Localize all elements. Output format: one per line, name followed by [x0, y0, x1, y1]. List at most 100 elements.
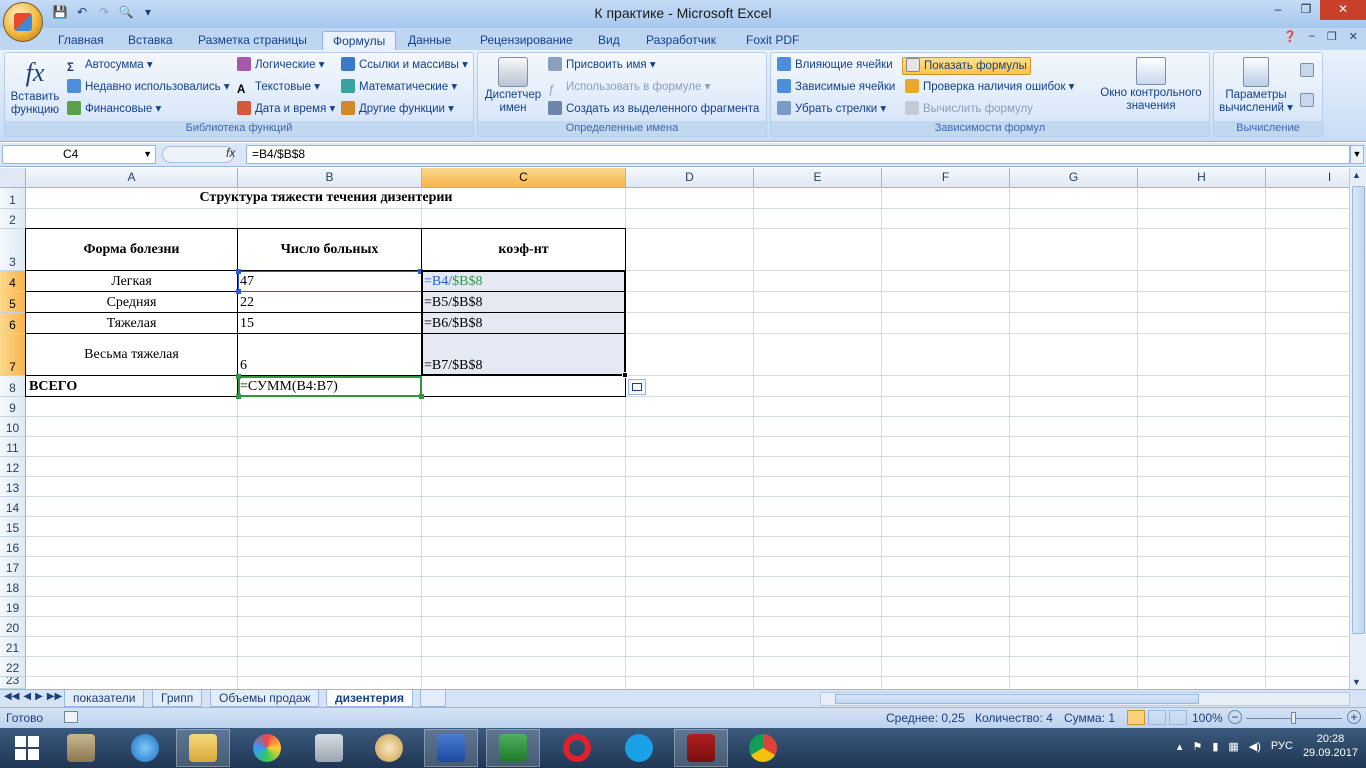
- create-from-selection-button[interactable]: Создать из выделенного фрагмента: [548, 101, 759, 117]
- row-header[interactable]: 15: [0, 517, 26, 537]
- show-hidden-icons-icon[interactable]: ▴: [1177, 740, 1183, 753]
- scroll-down-icon[interactable]: ▼: [1352, 677, 1361, 687]
- column-header-g[interactable]: G: [1010, 168, 1138, 188]
- header-count[interactable]: Число больных: [238, 242, 421, 258]
- vertical-scrollbar[interactable]: ▲ ▼: [1349, 168, 1366, 689]
- taskbar-app[interactable]: [550, 729, 604, 767]
- define-name-button[interactable]: Присвоить имя ▾: [548, 57, 656, 73]
- taskbar-app[interactable]: [424, 729, 478, 767]
- tab-page-layout[interactable]: Разметка страницы: [188, 31, 317, 50]
- zoom-in-icon[interactable]: +: [1347, 710, 1361, 724]
- column-header-e[interactable]: E: [754, 168, 882, 188]
- datetime-button[interactable]: Дата и время ▾: [237, 101, 335, 117]
- minimize-button[interactable]: –: [1264, 0, 1292, 20]
- row-header[interactable]: 12: [0, 457, 26, 477]
- taskbar-app[interactable]: [612, 729, 666, 767]
- paste-options-icon[interactable]: [628, 379, 646, 395]
- lookup-button[interactable]: Ссылки и массивы ▾: [341, 57, 468, 73]
- start-button[interactable]: [0, 729, 54, 767]
- text-button[interactable]: A Текстовые ▾: [237, 79, 320, 96]
- cell-b4[interactable]: 47: [240, 274, 254, 290]
- column-header-f[interactable]: F: [882, 168, 1010, 188]
- column-header-d[interactable]: D: [626, 168, 754, 188]
- logical-button[interactable]: Логические ▾: [237, 57, 325, 73]
- expand-formula-bar-icon[interactable]: ▼: [1350, 145, 1364, 164]
- row-header[interactable]: 22: [0, 657, 26, 677]
- row-header[interactable]: 8: [0, 376, 26, 397]
- select-all-corner[interactable]: [0, 168, 26, 188]
- watch-window-button[interactable]: Окно контрольного значения: [1093, 57, 1209, 113]
- zoom-level[interactable]: 100%: [1192, 711, 1223, 725]
- volume-icon[interactable]: ◀): [1249, 740, 1261, 753]
- close-button[interactable]: ✕: [1320, 0, 1366, 20]
- row-header[interactable]: 7: [0, 334, 26, 376]
- column-header-c[interactable]: C: [422, 168, 626, 188]
- remove-arrows-button[interactable]: Убрать стрелки ▾: [777, 101, 886, 117]
- financial-button[interactable]: Финансовые ▾: [67, 101, 161, 117]
- tab-developer[interactable]: Разработчик: [636, 31, 726, 50]
- normal-view-icon[interactable]: [1127, 710, 1145, 725]
- first-sheet-icon[interactable]: ◀◀: [4, 691, 19, 702]
- cell-b5[interactable]: 22: [240, 295, 254, 311]
- cell-a8[interactable]: ВСЕГО: [29, 379, 77, 395]
- last-sheet-icon[interactable]: ▶▶: [47, 691, 62, 702]
- zoom-out-icon[interactable]: −: [1228, 710, 1242, 724]
- sheet-tab-sales[interactable]: Объемы продаж: [210, 690, 320, 707]
- next-sheet-icon[interactable]: ▶: [35, 691, 43, 702]
- row-header[interactable]: 14: [0, 497, 26, 517]
- worksheet-grid[interactable]: A B C D E F G H I 1 2 3 4 5 6 7 8 9 10 1…: [0, 168, 1349, 689]
- show-formulas-button[interactable]: Показать формулы: [902, 57, 1031, 75]
- cell-b8[interactable]: =СУММ(B4:B7): [240, 379, 338, 395]
- ribbon-close-icon[interactable]: ✕: [1349, 30, 1358, 43]
- taskbar-app[interactable]: [54, 729, 108, 767]
- scroll-up-icon[interactable]: ▲: [1352, 170, 1361, 180]
- tab-foxit-pdf[interactable]: Foxit PDF: [736, 31, 809, 50]
- row-header[interactable]: 10: [0, 417, 26, 437]
- autosum-button[interactable]: Σ Автосумма ▾: [67, 57, 153, 74]
- ribbon-minimize-icon[interactable]: –: [1309, 30, 1315, 43]
- ribbon-restore-icon[interactable]: ❐: [1327, 30, 1337, 43]
- row-header[interactable]: 11: [0, 437, 26, 457]
- row-header[interactable]: 20: [0, 617, 26, 637]
- taskbar-app[interactable]: [362, 729, 416, 767]
- error-checking-button[interactable]: Проверка наличия ошибок ▾: [905, 79, 1074, 95]
- battery-icon[interactable]: ▮: [1212, 740, 1218, 753]
- row-header[interactable]: 6: [0, 313, 26, 334]
- tab-data[interactable]: Данные: [398, 31, 461, 50]
- taskbar-app[interactable]: [486, 729, 540, 767]
- calculate-now-button[interactable]: [1300, 63, 1318, 79]
- column-header-a[interactable]: A: [26, 168, 238, 188]
- cell-a6[interactable]: Тяжелая: [26, 316, 237, 332]
- trace-precedents-button[interactable]: Влияющие ячейки: [777, 57, 893, 73]
- row-header[interactable]: 18: [0, 577, 26, 597]
- help-icon[interactable]: ❓: [1283, 30, 1297, 43]
- tab-review[interactable]: Рецензирование: [470, 31, 583, 50]
- maximize-button[interactable]: ❐: [1292, 0, 1320, 20]
- tab-home[interactable]: Главная: [48, 31, 114, 50]
- row-header[interactable]: 19: [0, 597, 26, 617]
- name-manager-button[interactable]: Диспетчер имен: [480, 57, 546, 115]
- tab-insert[interactable]: Вставка: [118, 31, 183, 50]
- ref-handle[interactable]: [419, 394, 424, 399]
- row-header[interactable]: 13: [0, 477, 26, 497]
- taskbar-app[interactable]: [176, 729, 230, 767]
- taskbar-app[interactable]: [674, 729, 728, 767]
- name-box-dropdown-icon[interactable]: ▼: [143, 146, 152, 163]
- calculate-sheet-button[interactable]: [1300, 93, 1318, 109]
- clock[interactable]: 20:28 29.09.2017: [1303, 732, 1358, 760]
- use-in-formula-button[interactable]: ƒ Использовать в формуле ▾: [548, 79, 710, 96]
- column-header-h[interactable]: H: [1138, 168, 1266, 188]
- zoom-slider-thumb[interactable]: [1291, 712, 1296, 724]
- page-layout-view-icon[interactable]: [1148, 710, 1166, 725]
- tab-formulas[interactable]: Формулы: [322, 31, 397, 50]
- column-header-i[interactable]: I: [1266, 168, 1349, 188]
- row-header[interactable]: 16: [0, 537, 26, 557]
- cell-a7[interactable]: Весьма тяжелая: [26, 347, 237, 363]
- taskbar-app[interactable]: [302, 729, 356, 767]
- insert-sheet-icon[interactable]: [420, 690, 446, 707]
- column-header-b[interactable]: B: [238, 168, 422, 188]
- row-header[interactable]: 1: [0, 188, 26, 209]
- cell-b7[interactable]: 6: [240, 358, 247, 374]
- more-functions-button[interactable]: Другие функции ▾: [341, 101, 454, 117]
- macro-record-icon[interactable]: [64, 711, 78, 723]
